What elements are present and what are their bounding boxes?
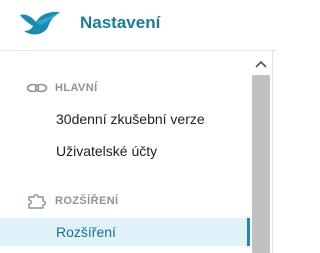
sidebar-item-trial[interactable]: 30denní zkušební verze [0,105,250,133]
puzzle-icon [28,194,46,209]
sidebar-item-label: Uživatelské účty [56,143,158,159]
sidebar-scrollbar[interactable] [250,51,272,253]
section-label-extensions: ROZŠÍŘENÍ [55,195,119,207]
section-label-main: HLAVNÍ [55,82,98,94]
sidebar-item-label: Rozšíření [56,224,116,240]
sidebar-item-user-accounts[interactable]: Uživatelské účty [0,137,250,165]
app-header: Nastavení [0,0,276,52]
scrollbar-thumb[interactable] [252,75,270,253]
sidebar-item-label: 30denní zkušební verze [56,111,205,127]
page-title: Nastavení [80,13,161,32]
section-header-main: HLAVNÍ [0,77,250,101]
settings-sidebar: HLAVNÍ 30denní zkušební verze Uživatelsk… [0,51,250,253]
bird-logo-icon[interactable] [18,9,62,37]
sidebar-item-extensions[interactable]: Rozšíření [0,218,250,246]
chevron-up-icon[interactable] [250,57,272,73]
panel-border [272,50,273,253]
section-header-extensions: ROZŠÍŘENÍ [0,190,250,214]
link-icon [26,83,48,93]
